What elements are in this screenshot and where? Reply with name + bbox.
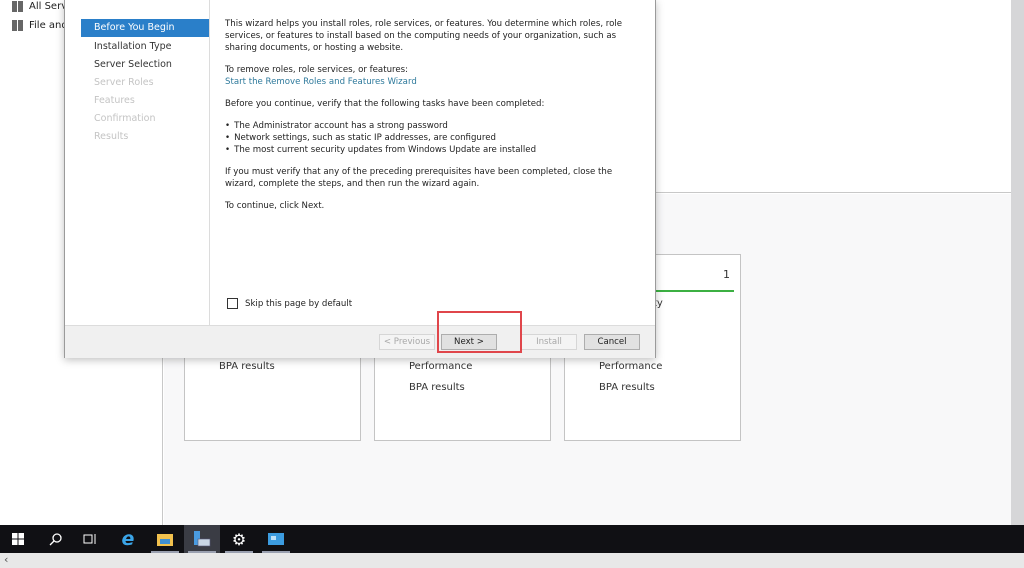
intro-text: This wizard helps you install roles, rol… (225, 19, 623, 53)
wizard-content: This wizard helps you install roles, rol… (225, 18, 645, 222)
remote-desktop-icon[interactable] (258, 525, 294, 553)
vertical-scrollbar[interactable] (1011, 0, 1024, 525)
search-icon[interactable] (37, 525, 73, 553)
tile-bpa-link[interactable]: BPA results (599, 382, 655, 393)
skip-label: Skip this page by default (245, 298, 353, 309)
wizard-step-before-you-begin[interactable]: Before You Begin (81, 19, 209, 37)
tile-bpa-link[interactable]: BPA results (219, 361, 275, 372)
wizard-step-installation-type[interactable]: Installation Type (81, 38, 209, 56)
wizard-step-results: Results (94, 131, 129, 142)
add-roles-wizard-dialog: Before You Begin Installation Type Serve… (64, 0, 656, 358)
servers-icon (12, 1, 23, 12)
settings-icon[interactable]: ⚙ (221, 525, 257, 553)
continue-note: To continue, click Next. (225, 201, 325, 211)
start-icon[interactable] (0, 525, 36, 553)
task-list: The Administrator account has a strong p… (225, 120, 645, 156)
checkbox[interactable] (227, 298, 238, 309)
wizard-step-confirmation: Confirmation (94, 113, 156, 124)
task-item: Network settings, such as static IP addr… (225, 132, 645, 144)
tile-count: 1 (723, 268, 730, 281)
divider (209, 0, 210, 325)
file-explorer-icon[interactable] (147, 525, 183, 553)
highlight-box (437, 311, 522, 353)
task-item: The most current security updates from W… (225, 144, 645, 156)
remove-label: To remove roles, role services, or featu… (225, 65, 409, 75)
task-item: The Administrator account has a strong p… (225, 120, 645, 132)
task-view-icon[interactable] (72, 525, 108, 553)
taskbar: e ⚙ (0, 525, 1024, 553)
wizard-footer: < Previous Next > Install Cancel (65, 325, 655, 358)
wizard-step-server-selection[interactable]: Server Selection (81, 56, 209, 74)
cancel-button[interactable]: Cancel (584, 334, 640, 350)
server-manager-icon[interactable] (184, 525, 220, 553)
file-storage-icon (12, 20, 23, 31)
remove-wizard-link[interactable]: Start the Remove Roles and Features Wiza… (225, 77, 417, 87)
tile-bpa-link[interactable]: BPA results (409, 382, 465, 393)
wizard-step-features: Features (94, 95, 135, 106)
verify-label: Before you continue, verify that the fol… (225, 99, 545, 109)
tile-performance-link[interactable]: Performance (409, 361, 472, 372)
internet-explorer-icon[interactable]: e (110, 525, 146, 553)
skip-page-checkbox[interactable]: Skip this page by default (227, 298, 352, 309)
previous-button: < Previous (379, 334, 435, 350)
wizard-step-server-roles: Server Roles (94, 77, 154, 88)
tile-performance-link[interactable]: Performance (599, 361, 662, 372)
install-button: Install (521, 334, 577, 350)
horizontal-scrollbar[interactable]: ‹ (0, 553, 1024, 568)
prereq-note: If you must verify that any of the prece… (225, 167, 613, 189)
scroll-left-arrow-icon[interactable]: ‹ (4, 553, 8, 566)
